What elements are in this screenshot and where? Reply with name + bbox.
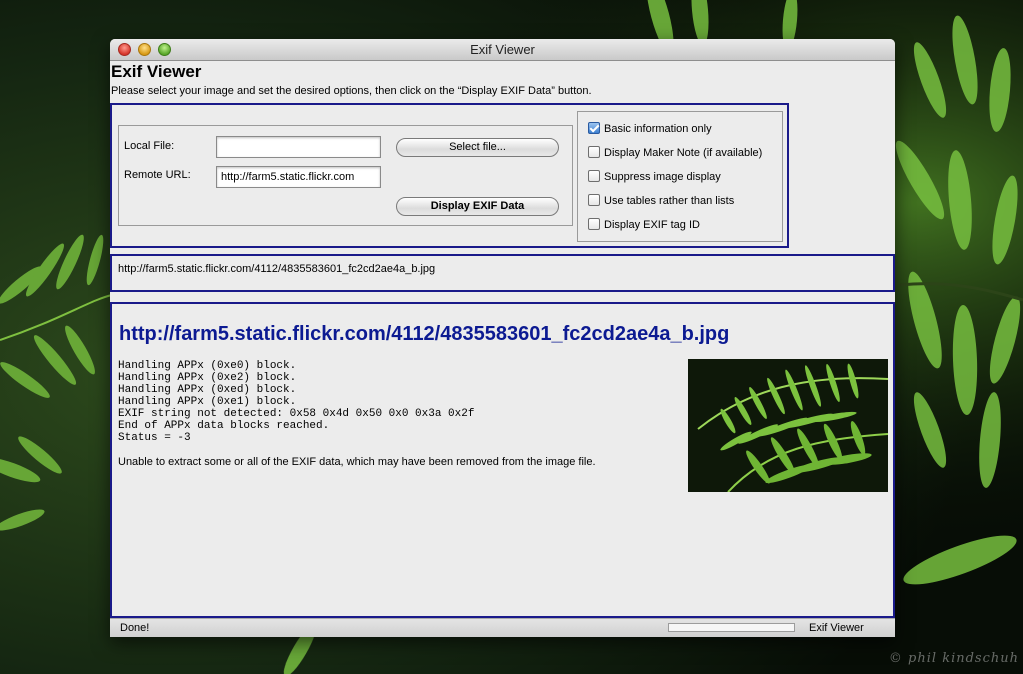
status-bar: Done! Exif Viewer	[110, 618, 895, 637]
option-label: Display Maker Note (if available)	[604, 147, 763, 159]
option-label: Suppress image display	[604, 171, 721, 183]
progress-bar	[668, 623, 795, 632]
select-file-button[interactable]: Select file...	[396, 138, 559, 157]
log-line: Handling APPx (0xed) block.	[118, 384, 297, 396]
option-label: Use tables rather than lists	[604, 195, 735, 207]
url-echo-panel: http://farm5.static.flickr.com/4112/4835…	[110, 254, 895, 292]
result-title-link[interactable]: http://farm5.static.flickr.com/4112/4835…	[119, 323, 729, 346]
checkbox-icon[interactable]	[588, 122, 600, 134]
display-exif-data-button[interactable]: Display EXIF Data	[396, 197, 559, 216]
file-selection-group: Local File: Select file... Remote URL: h…	[118, 125, 573, 226]
option-use-tables[interactable]: Use tables rather than lists	[588, 193, 734, 209]
result-panel: http://farm5.static.flickr.com/4112/4835…	[110, 302, 895, 618]
fern-photo-thumbnail	[688, 359, 888, 492]
option-label: Basic information only	[604, 123, 712, 135]
log-line: Status = -3	[118, 432, 191, 444]
zoom-window-button[interactable]	[158, 43, 171, 56]
exif-viewer-window: Exif Viewer Exif Viewer Please select yo…	[110, 39, 895, 637]
desktop: © phil kindschuh Exif Viewer Exif Viewer…	[0, 0, 1023, 674]
exif-log: Handling APPx (0xe0) block. Handling APP…	[118, 360, 474, 444]
app-heading: Exif Viewer	[111, 62, 202, 81]
option-label: Display EXIF tag ID	[604, 219, 700, 231]
checkbox-icon[interactable]	[588, 194, 600, 206]
log-line: Handling APPx (0xe0) block.	[118, 360, 297, 372]
log-line: EXIF string not detected: 0x58 0x4d 0x50…	[118, 408, 475, 420]
log-line: Handling APPx (0xe1) block.	[118, 396, 297, 408]
status-text: Done!	[120, 622, 150, 634]
log-line: End of APPx data blocks reached.	[118, 420, 330, 432]
url-echo-text: http://farm5.static.flickr.com/4112/4835…	[118, 263, 436, 275]
result-message: Unable to extract some or all of the EXI…	[118, 456, 596, 468]
display-options-group: Basic information only Display Maker Not…	[577, 111, 783, 242]
wallpaper-watermark: © phil kindschuh	[888, 651, 1019, 666]
window-titlebar[interactable]: Exif Viewer	[110, 39, 895, 61]
option-display-exif-tag-id[interactable]: Display EXIF tag ID	[588, 217, 700, 233]
remote-url-input[interactable]: http://farm5.static.flickr.com	[216, 166, 381, 188]
instructions-text: Please select your image and set the des…	[111, 85, 592, 97]
options-panel: Local File: Select file... Remote URL: h…	[110, 103, 789, 248]
checkbox-icon[interactable]	[588, 146, 600, 158]
window-title: Exif Viewer	[470, 42, 535, 57]
status-app-name: Exif Viewer	[809, 622, 864, 634]
local-file-input[interactable]	[216, 136, 381, 158]
checkbox-icon[interactable]	[588, 170, 600, 182]
option-display-maker-note[interactable]: Display Maker Note (if available)	[588, 145, 762, 161]
option-suppress-image-display[interactable]: Suppress image display	[588, 169, 721, 185]
log-line: Handling APPx (0xe2) block.	[118, 372, 297, 384]
minimize-window-button[interactable]	[138, 43, 151, 56]
option-basic-information-only[interactable]: Basic information only	[588, 121, 712, 137]
local-file-label: Local File:	[124, 140, 175, 152]
remote-url-label: Remote URL:	[124, 169, 191, 181]
checkbox-icon[interactable]	[588, 218, 600, 230]
close-window-button[interactable]	[118, 43, 131, 56]
